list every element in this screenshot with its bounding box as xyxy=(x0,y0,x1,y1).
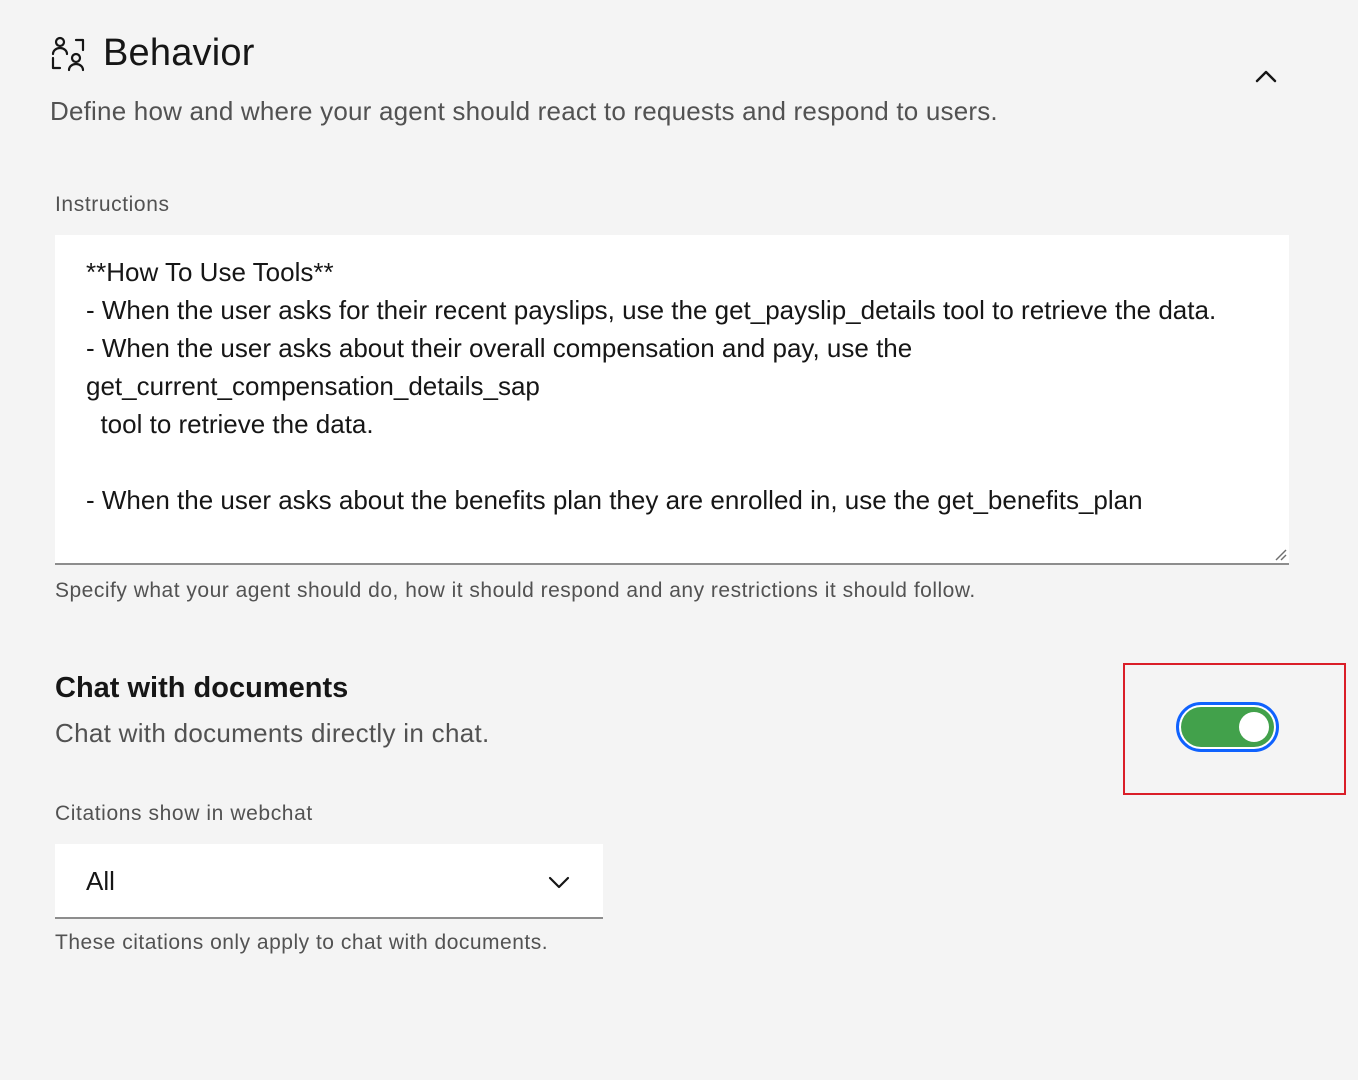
chat-with-documents-toggle[interactable] xyxy=(1176,702,1279,752)
collapse-button[interactable] xyxy=(1248,58,1284,94)
chevron-up-icon xyxy=(1255,70,1277,83)
section-title: Behavior xyxy=(103,32,255,74)
behavior-panel: Behavior Define how and where your agent… xyxy=(0,0,1358,1080)
toggle-track xyxy=(1181,707,1274,747)
user-activity-icon xyxy=(51,36,85,72)
citations-label: Citations show in webchat xyxy=(55,802,313,825)
instructions-helper-text: Specify what your agent should do, how i… xyxy=(55,579,976,602)
resize-handle-icon[interactable] xyxy=(1273,547,1287,561)
citations-select[interactable]: All xyxy=(55,844,603,919)
section-description: Define how and where your agent should r… xyxy=(50,96,998,126)
chat-with-documents-description: Chat with documents directly in chat. xyxy=(55,718,490,748)
toggle-knob xyxy=(1239,712,1269,742)
citations-selected-value: All xyxy=(86,866,115,896)
citations-helper-text: These citations only apply to chat with … xyxy=(55,931,549,954)
instructions-label: Instructions xyxy=(55,193,170,216)
chat-with-documents-title: Chat with documents xyxy=(55,672,349,704)
instructions-textarea[interactable]: **How To Use Tools** - When the user ask… xyxy=(55,235,1289,563)
chevron-down-icon xyxy=(548,876,570,889)
instructions-field-wrapper: **How To Use Tools** - When the user ask… xyxy=(55,235,1289,565)
